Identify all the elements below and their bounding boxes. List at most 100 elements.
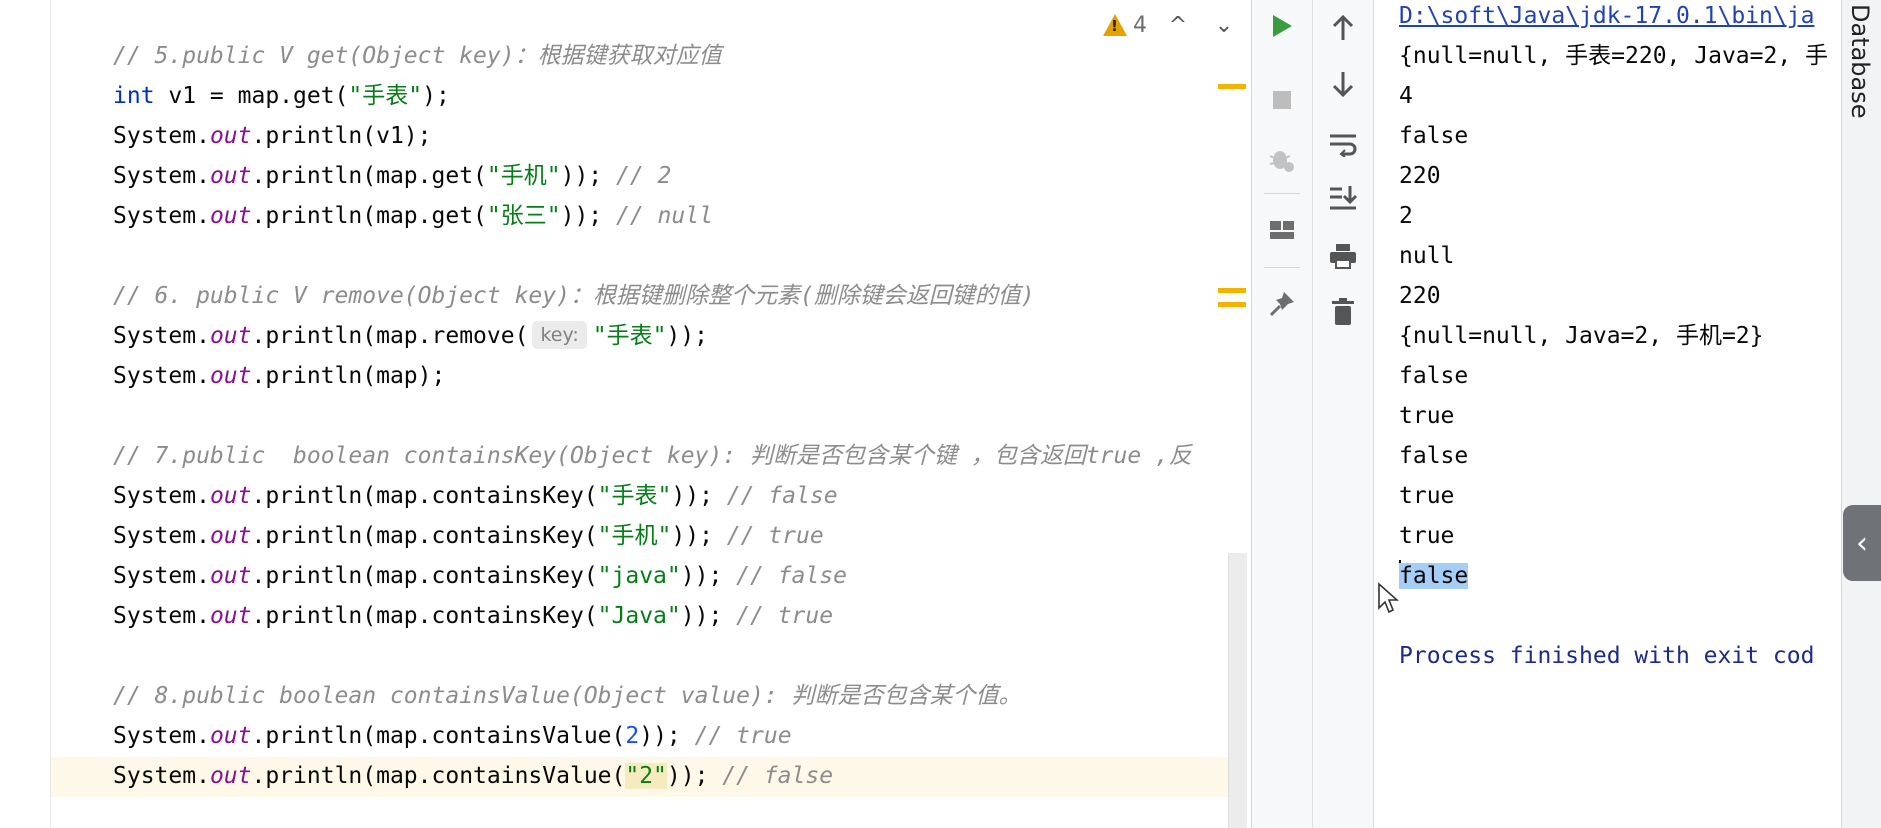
run-console[interactable]: D:\soft\Java\jdk-17.0.1\bin\ja {null=nul… bbox=[1373, 0, 1842, 828]
print-icon[interactable] bbox=[1325, 238, 1361, 274]
stop-icon[interactable] bbox=[1264, 82, 1300, 118]
code-comment: // false bbox=[726, 483, 838, 509]
code-text: .println(map.containsKey( bbox=[251, 483, 598, 509]
code-string: "手表" bbox=[348, 83, 423, 109]
bug-icon[interactable] bbox=[1264, 141, 1300, 177]
editor-scrollbar[interactable] bbox=[1228, 553, 1247, 828]
code-text: System. bbox=[113, 123, 210, 149]
error-stripe-mark[interactable] bbox=[1218, 302, 1246, 307]
soft-wrap-icon[interactable] bbox=[1325, 126, 1361, 162]
code-text: System. bbox=[113, 563, 210, 589]
code-text: )); bbox=[680, 603, 737, 629]
code-line[interactable]: System.out.println(map.containsValue("2"… bbox=[113, 756, 833, 796]
code-line[interactable]: // 8.public boolean containsValue(Object… bbox=[113, 676, 1022, 716]
warning-count: 4 bbox=[1133, 12, 1147, 38]
code-line[interactable]: System.out.println(v1); bbox=[113, 116, 432, 156]
code-line[interactable]: System.out.println(map.containsKey("java… bbox=[113, 556, 847, 596]
code-text: )); bbox=[671, 483, 727, 509]
console-output-line: true bbox=[1399, 403, 1455, 429]
code-line[interactable]: System.out.println(map.get("手机")); // 2 bbox=[113, 156, 671, 196]
console-output-line: true bbox=[1399, 483, 1455, 509]
code-text: .println(map.remove( bbox=[251, 323, 529, 349]
code-line[interactable]: int v1 = map.get("手表"); bbox=[113, 76, 450, 116]
code-line[interactable]: // 6. public V remove(Object key)：根据键删除整… bbox=[113, 276, 1035, 316]
collapse-panel-button[interactable]: ‹ bbox=[1843, 505, 1881, 581]
code-text: .println(map.get( bbox=[251, 163, 487, 189]
pin-icon[interactable] bbox=[1264, 286, 1300, 322]
code-field: out bbox=[209, 523, 252, 549]
code-comment: // 8.public boolean containsValue(Object… bbox=[113, 683, 1022, 709]
console-output-line: true bbox=[1399, 523, 1455, 549]
code-field: out bbox=[209, 603, 252, 629]
console-toolbar bbox=[1312, 0, 1373, 828]
code-comment: // 2 bbox=[615, 163, 672, 189]
code-keyword: int bbox=[113, 83, 155, 109]
code-line[interactable]: System.out.println(map.get("张三")); // nu… bbox=[113, 196, 713, 236]
code-text: v1 = map.get( bbox=[154, 83, 349, 109]
code-text: System. bbox=[113, 363, 210, 389]
console-output-line-selected[interactable]: false bbox=[1399, 556, 1469, 596]
code-field: out bbox=[209, 563, 252, 589]
layout-icon[interactable] bbox=[1264, 212, 1300, 248]
code-field: out bbox=[209, 483, 252, 509]
code-string: "Java" bbox=[597, 603, 681, 629]
console-output-line: 220 bbox=[1399, 163, 1441, 189]
code-field: out bbox=[209, 363, 252, 389]
console-output-line: false bbox=[1399, 363, 1469, 389]
java-command-link[interactable]: D:\soft\Java\jdk-17.0.1\bin\ja bbox=[1399, 0, 1814, 36]
warning-indicator[interactable]: 4 bbox=[1103, 13, 1147, 38]
code-text: System. bbox=[113, 523, 210, 549]
previous-highlight-button[interactable]: ^ bbox=[1163, 13, 1193, 38]
code-text: )); bbox=[666, 763, 723, 789]
console-output-line: 220 bbox=[1399, 283, 1441, 309]
code-text: .println(map.containsKey( bbox=[251, 563, 598, 589]
next-highlight-button[interactable]: ⌄ bbox=[1209, 13, 1239, 38]
code-field: out bbox=[209, 323, 252, 349]
code-text: System. bbox=[113, 203, 210, 229]
code-text: System. bbox=[113, 483, 210, 509]
code-line[interactable]: System.out.println(map.containsKey("Java… bbox=[113, 596, 833, 636]
code-comment: // false bbox=[722, 763, 834, 789]
code-string: "张三" bbox=[486, 203, 561, 229]
toolbar-separator bbox=[1264, 193, 1300, 194]
code-text: )); bbox=[680, 563, 737, 589]
code-comment: // true bbox=[736, 603, 834, 629]
code-line[interactable]: // 7.public boolean containsKey(Object k… bbox=[113, 436, 1192, 476]
console-output-line: 4 bbox=[1399, 83, 1413, 109]
code-comment: // null bbox=[615, 203, 713, 229]
code-line[interactable]: // 5.public V get(Object key)：根据键获取对应值 bbox=[113, 36, 722, 76]
arrow-down-icon[interactable] bbox=[1325, 66, 1361, 102]
inspection-widget[interactable]: 4 ^ ⌄ bbox=[1103, 10, 1239, 40]
scroll-to-end-icon[interactable] bbox=[1325, 180, 1361, 216]
error-stripe-mark[interactable] bbox=[1218, 288, 1246, 293]
console-output-line: {null=null, Java=2, 手机=2} bbox=[1399, 323, 1764, 349]
database-tool-tab[interactable]: Database bbox=[1846, 4, 1874, 119]
code-field: out bbox=[209, 163, 252, 189]
code-line[interactable]: System.out.println(map.containsValue(2))… bbox=[113, 716, 792, 756]
code-string: "java" bbox=[597, 563, 681, 589]
code-field: out bbox=[209, 123, 252, 149]
console-output-line: false bbox=[1399, 123, 1469, 149]
parameter-hint: key: bbox=[532, 321, 587, 349]
process-finished-message: Process finished with exit cod bbox=[1399, 643, 1815, 669]
code-text: System. bbox=[113, 163, 210, 189]
code-string: "手机" bbox=[486, 163, 561, 189]
code-line[interactable]: System.out.println(map); bbox=[113, 356, 445, 396]
code-comment: // 7.public boolean containsKey(Object k… bbox=[113, 443, 1192, 469]
code-text: .println(v1); bbox=[251, 123, 432, 149]
run-toolbar bbox=[1251, 0, 1312, 828]
play-icon[interactable] bbox=[1264, 8, 1300, 44]
code-text: System. bbox=[113, 603, 210, 629]
trash-icon[interactable] bbox=[1325, 294, 1361, 330]
code-text: .println(map.containsValue( bbox=[251, 763, 626, 789]
code-line[interactable]: System.out.println(map.containsKey("手表")… bbox=[113, 476, 838, 516]
code-text: .println(map.containsValue( bbox=[251, 723, 626, 749]
code-line[interactable]: System.out.println(map.remove(key: "手表"))… bbox=[113, 316, 708, 356]
arrow-up-icon[interactable] bbox=[1325, 10, 1361, 46]
code-text: )); bbox=[671, 523, 727, 549]
code-text: System. bbox=[113, 723, 210, 749]
code-text: .println(map.containsKey( bbox=[251, 523, 598, 549]
error-stripe-mark[interactable] bbox=[1218, 84, 1246, 89]
code-text: .println(map); bbox=[251, 363, 446, 389]
code-line[interactable]: System.out.println(map.containsKey("手机")… bbox=[113, 516, 824, 556]
